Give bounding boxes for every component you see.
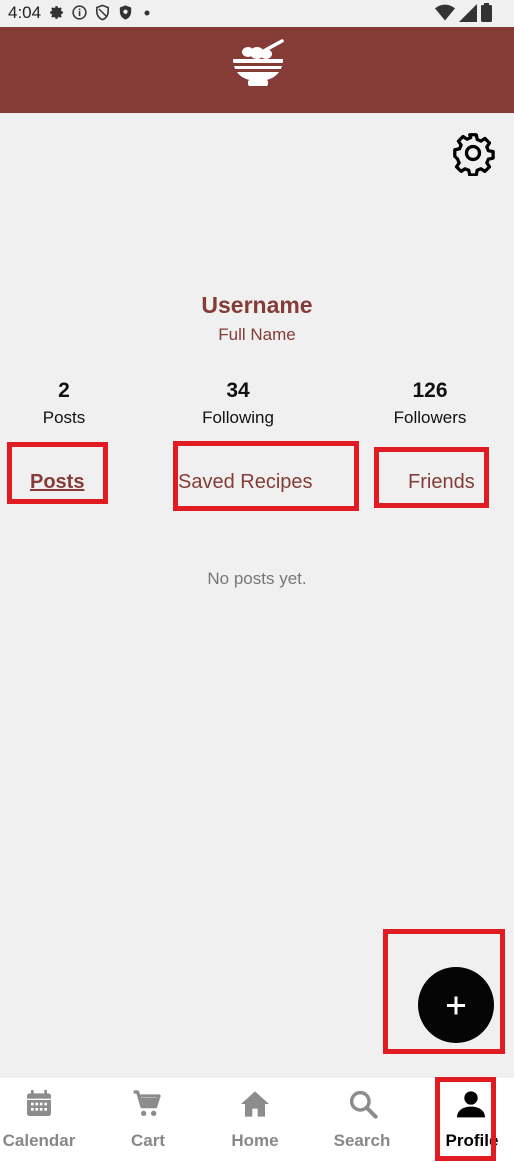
app-bar xyxy=(0,27,514,113)
nav-label-calendar: Calendar xyxy=(2,1131,76,1150)
tab-saved-recipes[interactable]: Saved Recipes xyxy=(178,471,313,494)
status-left-icons xyxy=(48,4,154,21)
calendar-icon xyxy=(27,1090,51,1116)
empty-posts-message: No posts yet. xyxy=(207,569,307,588)
stat-following[interactable]: 34 Following xyxy=(178,377,298,428)
dot-icon xyxy=(144,10,150,16)
settings-button[interactable] xyxy=(450,130,496,177)
nav-label-profile: Profile xyxy=(445,1131,499,1150)
profile-full-name: Full Name xyxy=(218,325,296,344)
vpn-shield-icon xyxy=(119,5,132,20)
search-icon xyxy=(349,1090,378,1119)
stat-followers-label: Followers xyxy=(393,408,467,427)
nav-label-cart: Cart xyxy=(130,1131,165,1150)
cart-icon xyxy=(133,1090,161,1116)
stat-following-value: 34 xyxy=(226,379,250,402)
bottom-navigation: Calendar Cart Home Search Profile xyxy=(0,1078,514,1162)
gear-icon xyxy=(50,6,63,19)
nav-label-home: Home xyxy=(231,1131,279,1150)
stat-followers-value: 126 xyxy=(412,379,448,402)
nav-item-cart[interactable]: Cart xyxy=(98,1078,198,1162)
gear-icon xyxy=(453,133,495,177)
nav-item-home[interactable]: Home xyxy=(205,1078,305,1162)
plus-icon xyxy=(447,996,465,1015)
shield-icon xyxy=(96,4,109,21)
profile-username: Username xyxy=(201,292,313,318)
tab-friends[interactable]: Friends xyxy=(408,471,475,494)
home-icon xyxy=(241,1091,269,1117)
stat-posts-label: Posts xyxy=(42,408,86,427)
stat-followers[interactable]: 126 Followers xyxy=(370,377,490,428)
nav-item-profile[interactable]: Profile xyxy=(420,1078,514,1162)
status-time: 4:04 xyxy=(8,3,42,22)
status-right-icons xyxy=(435,3,492,22)
tab-posts[interactable]: Posts xyxy=(30,471,84,494)
status-bar: 4:04 xyxy=(0,0,514,27)
rice-bowl-icon xyxy=(233,39,284,86)
person-icon xyxy=(457,1091,485,1118)
stat-following-label: Following xyxy=(202,408,274,427)
info-icon xyxy=(72,5,87,20)
stat-posts: 2 Posts xyxy=(14,377,114,428)
signal-icon xyxy=(459,3,477,22)
nav-label-search: Search xyxy=(333,1131,391,1150)
add-post-button[interactable] xyxy=(418,967,494,1043)
stat-posts-value: 2 xyxy=(58,379,70,402)
nav-item-search[interactable]: Search xyxy=(312,1078,412,1162)
wifi-icon xyxy=(435,4,455,21)
battery-icon xyxy=(481,3,492,22)
nav-item-calendar[interactable]: Calendar xyxy=(0,1078,90,1162)
